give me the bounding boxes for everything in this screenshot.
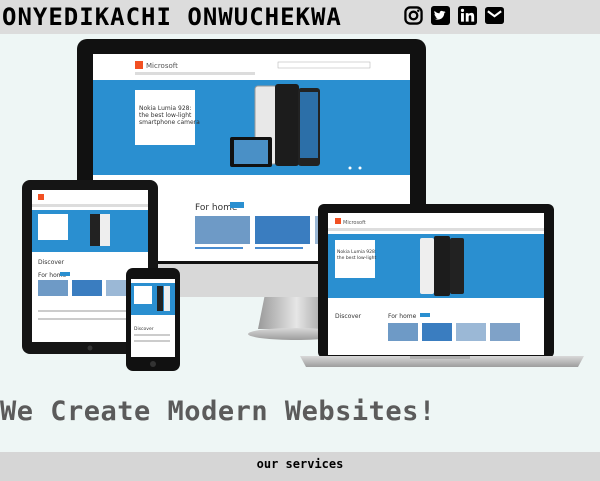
- svg-text:the best low-light: the best low-light: [337, 255, 376, 261]
- svg-text:For home: For home: [388, 313, 417, 320]
- smartphone: Discover: [126, 268, 180, 371]
- svg-text:Discover: Discover: [335, 313, 362, 320]
- instagram-icon[interactable]: [404, 6, 423, 25]
- linkedin-icon[interactable]: [458, 6, 477, 25]
- laptop: Microsoft Nokia Lumia 928: the best low-…: [300, 204, 584, 367]
- svg-text:the best low-light: the best low-light: [139, 112, 192, 119]
- header-bar: ONYEDIKACHI ONWUCHEKWA: [0, 0, 600, 34]
- twitter-icon[interactable]: [431, 6, 450, 25]
- svg-text:Nokia Lumia 928:: Nokia Lumia 928:: [337, 249, 376, 255]
- svg-text:Discover: Discover: [38, 259, 65, 266]
- footer-bar: our services: [0, 452, 600, 481]
- hero-headline: We Create Modern Websites!: [0, 396, 436, 427]
- social-links: [404, 6, 504, 25]
- our-services-link[interactable]: our services: [0, 457, 600, 471]
- svg-text:Discover: Discover: [134, 326, 154, 332]
- svg-text:smartphone camera: smartphone camera: [139, 119, 200, 126]
- hero-devices-illustration: Microsoft Nokia Lumia 928: the best low-…: [0, 34, 600, 379]
- svg-text:Nokia Lumia 928:: Nokia Lumia 928:: [139, 105, 192, 112]
- svg-text:Microsoft: Microsoft: [343, 220, 366, 226]
- brand-name: ONYEDIKACHI ONWUCHEKWA: [2, 3, 342, 31]
- email-icon[interactable]: [485, 6, 504, 25]
- responsive-devices-image: Microsoft Nokia Lumia 928: the best low-…: [22, 39, 584, 371]
- svg-text:Microsoft: Microsoft: [146, 62, 178, 70]
